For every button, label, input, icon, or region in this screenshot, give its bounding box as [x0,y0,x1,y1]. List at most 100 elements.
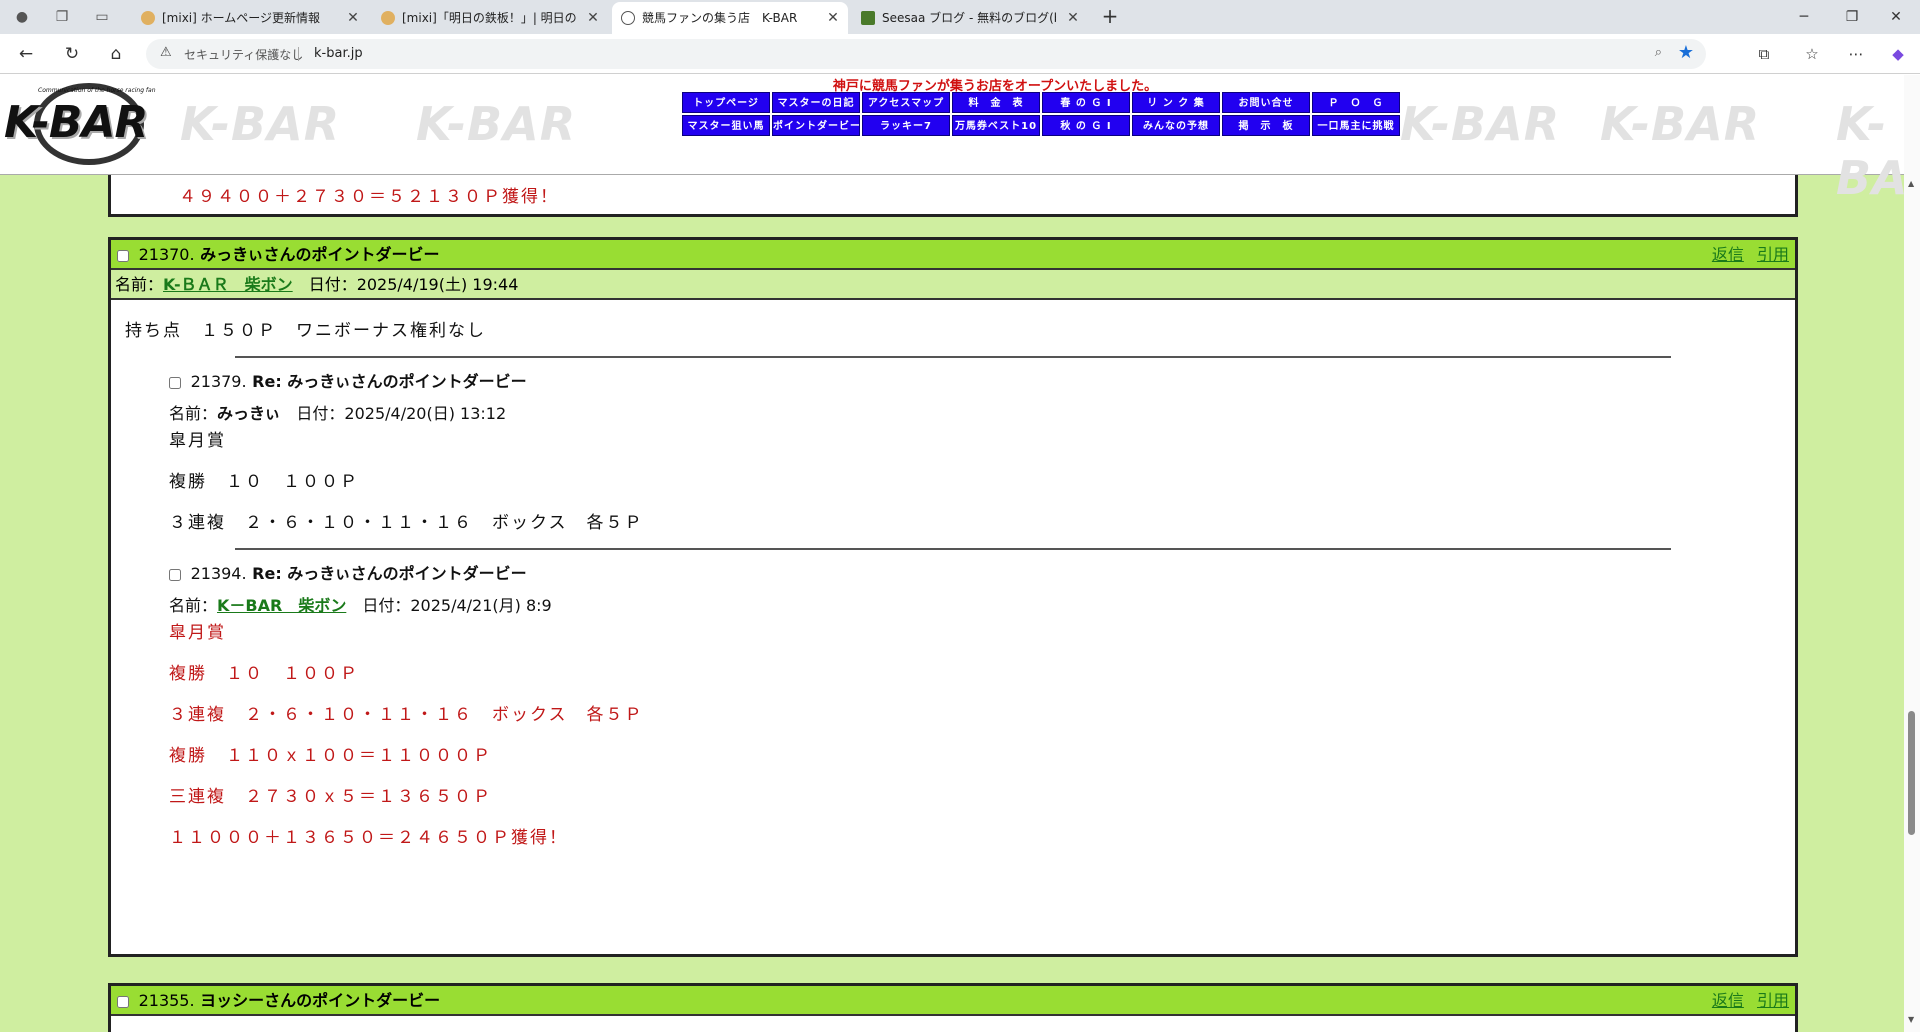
close-window-button[interactable]: ✕ [1872,0,1920,34]
reply-line: 複勝 １０ １００Ｐ [169,664,359,684]
restore-button[interactable]: ❐ [1828,0,1876,34]
reply-line: 複勝 １０ １００Ｐ [169,472,359,492]
nav-spring-g1[interactable]: 春 の Ｇ Ⅰ [1042,92,1130,113]
nav-autumn-g1[interactable]: 秋 の Ｇ Ⅰ [1042,115,1130,136]
close-icon[interactable]: ✕ [1064,2,1082,34]
security-label[interactable]: セキュリティ保護なし [184,46,303,63]
post-21355: 21355. ヨッシーさんのポイントダービー 返信 引用 [108,983,1798,1032]
reply-meta: 名前：K－BAR 柴ボン 日付：2025/4/21(月) 8:9 [169,596,552,615]
globe-icon [621,11,635,25]
watermark: K-BAR [1600,97,1761,151]
seesaa-favicon [861,11,875,25]
post-header: 21355. ヨッシーさんのポイントダービー 返信 引用 [111,986,1795,1016]
reply-header: 21379. Re: みっきぃさんのポイントダービー [169,368,1781,392]
reply-checkbox[interactable] [169,376,181,389]
nav-links[interactable]: リ ン ク 集 [1132,92,1220,113]
site-header: K-BAR K-BAR K-BAR K-BAR K-BAR Communicat… [0,75,1920,205]
divider [298,47,299,61]
reply-link[interactable]: 返信 [1712,245,1744,264]
reply-link[interactable]: 返信 [1712,991,1744,1010]
nav-predictions[interactable]: みんなの予想 [1132,115,1220,136]
watermark: K-BAR [416,97,577,151]
tab-mixi-updates[interactable]: [mixi] ホームページ更新情報 ✕ [132,2,368,34]
post-21370: 21370. みっきぃさんのポイントダービー 返信 引用 名前：K-ＢＡＲ 柴ボ… [108,237,1798,957]
post-title: ヨッシーさんのポイントダービー [200,991,441,1010]
reply-title: Re: みっきぃさんのポイントダービー [252,564,527,583]
post-header: 21370. みっきぃさんのポイントダービー 返信 引用 [111,240,1795,270]
nav-bbs[interactable]: 掲 示 板 [1222,115,1310,136]
nav-contact[interactable]: お問い合せ [1222,92,1310,113]
tab-seesaa[interactable]: Seesaa ブログ - 無料のブログ(blog)サ ✕ [852,2,1088,34]
post-title: みっきぃさんのポイントダービー [200,245,440,264]
divider [235,356,1671,358]
reply-meta: 名前：みっきぃ 日付：2025/4/20(日) 13:12 [169,404,507,423]
reload-icon[interactable]: ↻ [60,42,84,66]
workspaces-icon[interactable]: ❐ [52,7,72,27]
reply-author: みっきぃ [217,404,281,423]
scrollbar-thumb[interactable] [1908,711,1915,835]
reply-line: １１０００＋１３６５０＝２４６５０Ｐ獲得！ [169,828,568,848]
profile-icon[interactable]: ● [12,7,32,27]
nav-master-picks[interactable]: マスター狙い馬 [682,115,770,136]
omnibox[interactable]: ⚠ セキュリティ保護なし k-bar.jp ⌕ ★ [146,39,1706,69]
reply-line: 複勝 １１０ｘ１００＝１１０００Ｐ [169,746,492,766]
reply-author-link[interactable]: K－BAR 柴ボン [217,596,346,615]
reply-line: 三連複 ２７３０ｘ５＝１３６５０Ｐ [169,787,492,807]
url-text[interactable]: k-bar.jp [314,46,363,61]
watermark: K-BAR [1400,97,1561,151]
reply-title: Re: みっきぃさんのポイントダービー [252,372,527,391]
reply-date: 日付：2025/4/21(月) 8:9 [362,596,552,615]
extensions-icon[interactable]: ⧉ [1752,42,1776,66]
post-checkbox[interactable] [117,995,129,1008]
post-text: 持ち点 １５０Ｐ ワニボーナス権利なし [125,321,486,341]
quote-link[interactable]: 引用 [1757,245,1789,264]
nav-pog-owner[interactable]: 一口馬主に挑戦 [1312,115,1400,136]
reply-line: 皐月賞 [169,623,226,643]
close-icon[interactable]: ✕ [824,2,842,34]
close-icon[interactable]: ✕ [344,2,362,34]
minimize-button[interactable]: ─ [1780,0,1828,34]
tab-mixi-teppan[interactable]: [mixi]「明日の鉄板！」| 明日の鉄板 ✕ [372,2,608,34]
close-icon[interactable]: ✕ [584,2,602,34]
reply-line: ３連複 ２・６・１０・１１・１６ ボックス 各５Ｐ [169,513,644,533]
nav-access-map[interactable]: アクセスマップ [862,92,950,113]
favorite-star-icon[interactable]: ★ [1678,42,1694,63]
nav-lucky7[interactable]: ラッキー7 [862,115,950,136]
tab-kbar[interactable]: 競馬ファンの集う店 K-BAR ✕ [612,2,848,34]
tab-actions-icon[interactable]: ▭ [92,7,112,27]
reply-21379: 21379. Re: みっきぃさんのポイントダービー 名前：みっきぃ 日付：20… [169,368,1781,536]
reply-header: 21394. Re: みっきぃさんのポイントダービー [169,560,1781,584]
warning-icon: ⚠ [160,45,172,60]
page-viewport: K-BAR K-BAR K-BAR K-BAR K-BAR Communicat… [0,75,1920,1032]
post-checkbox[interactable] [117,249,129,262]
nav-price-list[interactable]: 料 金 表 [952,92,1040,113]
reply-checkbox[interactable] [169,568,181,581]
favorites-icon[interactable]: ☆ [1800,42,1824,66]
settings-more-icon[interactable]: ⋯ [1844,42,1868,66]
reply-line: 皐月賞 [169,431,226,451]
nav-top-page[interactable]: トップページ [682,92,770,113]
address-bar: ← ↻ ⌂ ⚠ セキュリティ保護なし k-bar.jp ⌕ ★ ⧉ ☆ ⋯ ◆ [0,34,1920,74]
bbs-content: ４９４００＋２７３０＝５２１３０Ｐ獲得！ 21370. みっきぃさんのポイントダ… [0,145,1904,1032]
mixi-favicon [141,11,155,25]
home-icon[interactable]: ⌂ [104,42,128,66]
new-tab-button[interactable]: + [1098,5,1122,29]
site-nav: トップページ マスターの日記 アクセスマップ 料 金 表 春 の Ｇ Ⅰ リ ン… [682,92,1400,136]
post-meta: 名前：K-ＢＡＲ 柴ボン 日付：2025/4/19(土) 19:44 [111,270,1795,300]
scroll-up-icon[interactable]: ▲ [1908,179,1914,188]
back-icon[interactable]: ← [14,42,38,66]
mixi-favicon [381,11,395,25]
post-date: 日付：2025/4/19(土) 19:44 [308,275,519,294]
nav-pog[interactable]: Ｐ Ｏ Ｇ [1312,92,1400,113]
page-scrollbar[interactable]: ▲ ▼ [1904,75,1920,1032]
zoom-icon[interactable]: ⌕ [1655,45,1662,60]
nav-point-derby[interactable]: ポイントダービー [772,115,860,136]
quote-link[interactable]: 引用 [1757,991,1789,1010]
divider [235,548,1671,550]
post-body: 持ち点 １５０Ｐ ワニボーナス権利なし 21379. Re: みっきぃさんのポイ… [111,300,1795,869]
copilot-icon[interactable]: ◆ [1886,42,1910,66]
nav-master-diary[interactable]: マスターの日記 [772,92,860,113]
nav-best10[interactable]: 万馬券ベスト10 [952,115,1040,136]
scroll-down-icon[interactable]: ▼ [1908,1015,1914,1024]
author-link[interactable]: K-ＢＡＲ 柴ボン [163,275,293,294]
